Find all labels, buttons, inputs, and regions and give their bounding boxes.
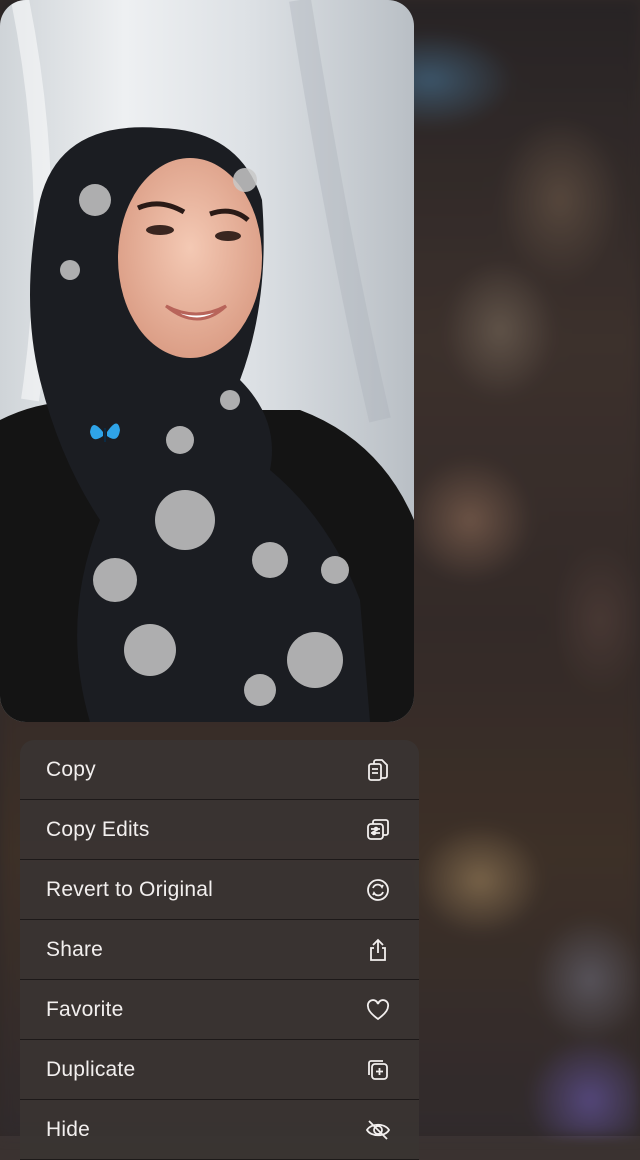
copy-icon [365, 757, 391, 783]
menu-item-copy[interactable]: Copy [20, 740, 419, 800]
menu-item-label: Copy [46, 758, 96, 782]
menu-item-duplicate[interactable]: Duplicate [20, 1040, 419, 1100]
menu-item-label: Share [46, 938, 103, 962]
menu-item-copy-edits[interactable]: Copy Edits [20, 800, 419, 860]
menu-item-revert[interactable]: Revert to Original [20, 860, 419, 920]
copy-edits-icon [365, 817, 391, 843]
menu-item-label: Revert to Original [46, 878, 213, 902]
menu-item-label: Favorite [46, 998, 123, 1022]
heart-icon [365, 997, 391, 1023]
eye-slash-icon [365, 1117, 391, 1143]
context-menu: Copy Copy Edits Revert to Original [20, 740, 419, 1160]
menu-item-label: Copy Edits [46, 818, 150, 842]
photo-preview[interactable] [0, 0, 414, 722]
menu-item-label: Hide [46, 1118, 90, 1142]
duplicate-icon [365, 1057, 391, 1083]
menu-item-favorite[interactable]: Favorite [20, 980, 419, 1040]
portrait-photo [0, 0, 414, 722]
menu-item-share[interactable]: Share [20, 920, 419, 980]
menu-item-hide[interactable]: Hide [20, 1100, 419, 1160]
share-icon [365, 937, 391, 963]
revert-icon [365, 877, 391, 903]
menu-item-label: Duplicate [46, 1058, 135, 1082]
